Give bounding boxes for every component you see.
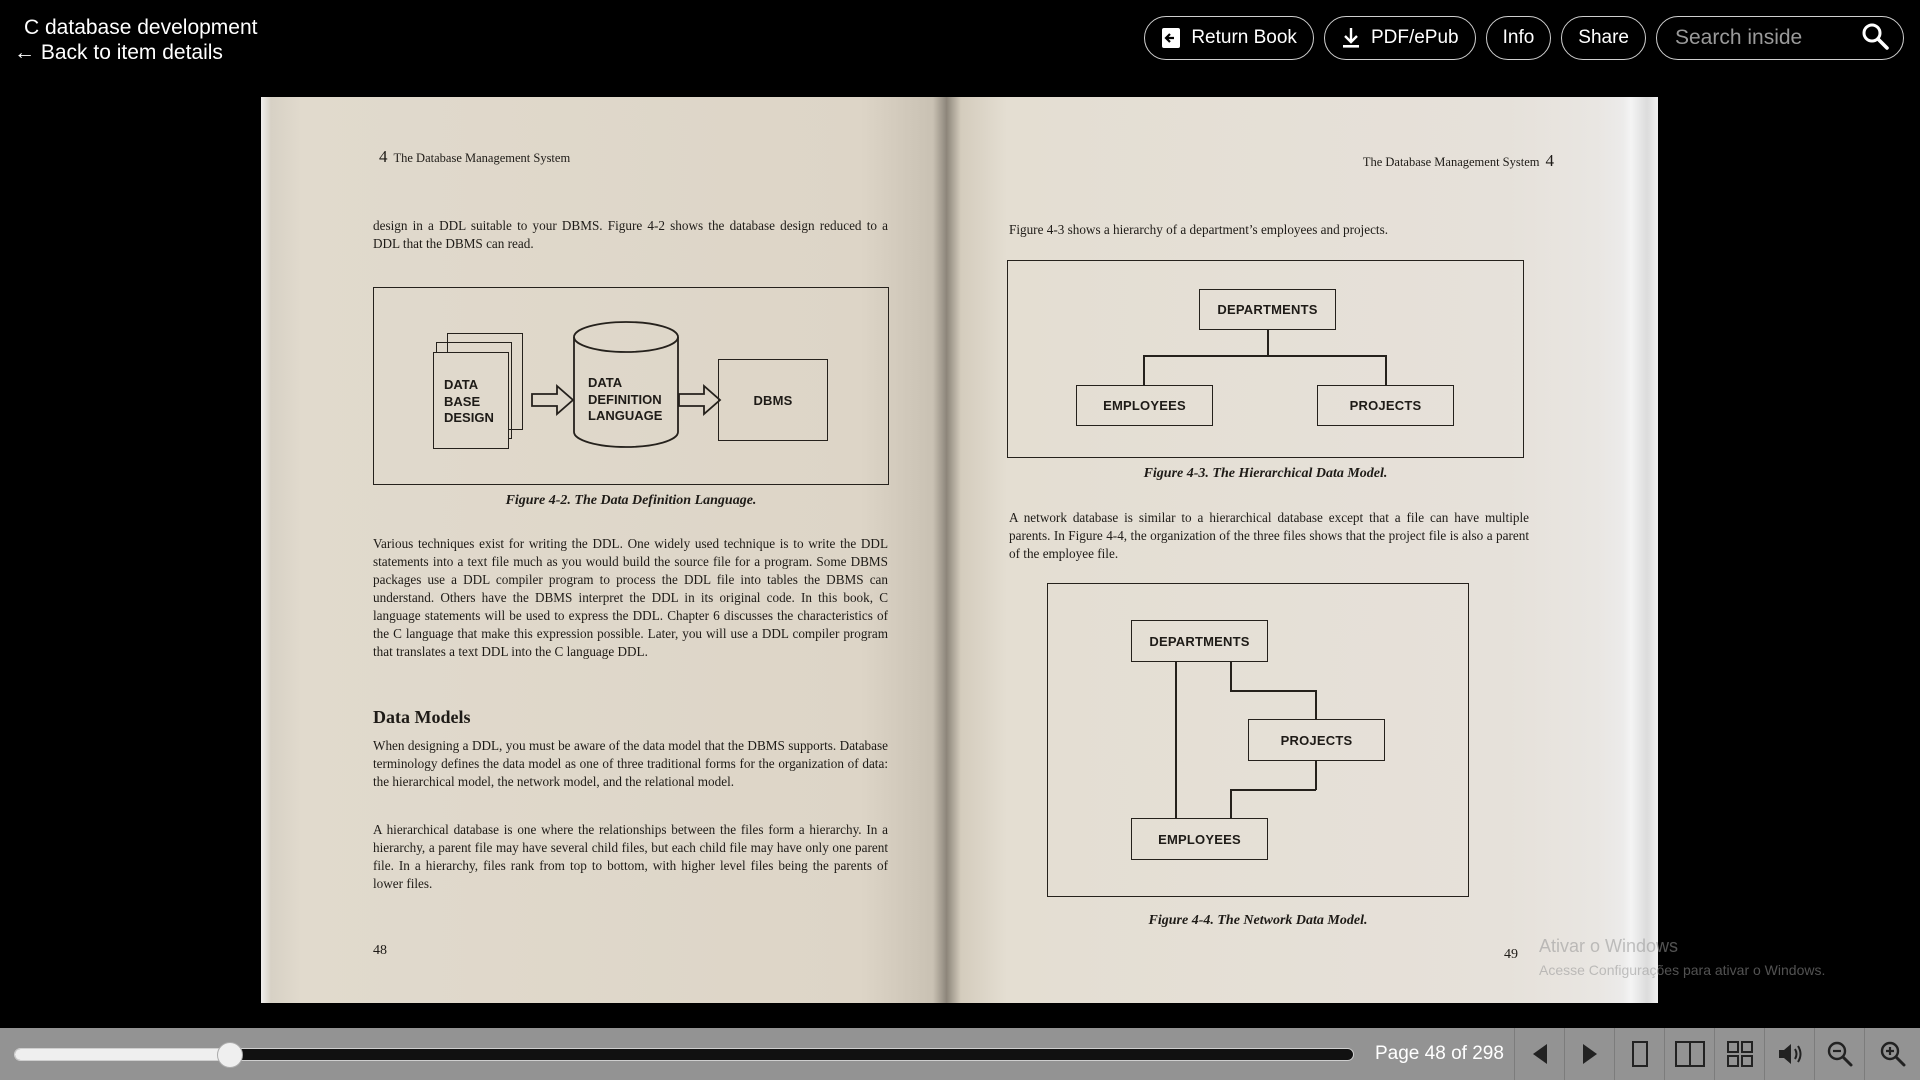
connector (1230, 690, 1316, 692)
download-icon (1341, 27, 1361, 49)
arrow-icon (531, 384, 575, 416)
employees-box: EMPLOYEES (1076, 385, 1213, 426)
search-input[interactable] (1673, 25, 1857, 51)
connector (1230, 789, 1232, 819)
left-paragraph-2: Various techniques exist for writing the… (373, 536, 888, 659)
grid-icon (1726, 1041, 1753, 1067)
left-paragraph-1: design in a DDL suitable to your DBMS. F… (373, 218, 888, 251)
page-slider-handle[interactable] (216, 1042, 243, 1068)
page-indicator: Page 48 of 298 (1375, 1043, 1504, 1064)
info-label: Info (1502, 27, 1535, 48)
search-icon[interactable] (1861, 22, 1889, 55)
section-heading-data-models: Data Models (373, 707, 471, 727)
triangle-left-icon (1532, 1044, 1547, 1064)
projects-box: PROJECTS (1317, 385, 1454, 426)
connector (1315, 761, 1317, 790)
connector (1230, 662, 1232, 691)
one-page-view-button[interactable] (1614, 1028, 1664, 1080)
thumbnail-view-button[interactable] (1714, 1028, 1764, 1080)
right-paragraph-2: A network database is similar to a hiera… (1009, 510, 1529, 561)
connector (1385, 355, 1387, 385)
right-running-head-number: 4 (1545, 151, 1555, 170)
connector (1315, 690, 1317, 719)
employees-box: EMPLOYEES (1131, 818, 1268, 860)
connector (1175, 662, 1177, 819)
figure-4-2: DATA BASE DESIGN DATA DEFINITION LANGUAG… (373, 287, 889, 485)
return-book-button[interactable]: Return Book (1144, 16, 1314, 60)
right-paragraph-1: Figure 4-3 shows a hierarchy of a depart… (1009, 222, 1389, 237)
info-button[interactable]: Info (1485, 16, 1552, 60)
zoom-in-icon (1880, 1041, 1905, 1067)
book-title: C database development (24, 16, 258, 39)
figure-4-2-caption: Figure 4-2. The Data Definition Language… (505, 493, 757, 508)
connector (1267, 330, 1269, 356)
share-label: Share (1578, 27, 1629, 48)
windows-activation-watermark-text: Acesse Configurações para ativar o Windo… (1539, 962, 1826, 978)
left-running-head-title: The Database Management System (393, 151, 571, 165)
database-design-label: DATA BASE DESIGN (444, 377, 494, 425)
left-paragraph-3: When designing a DDL, you must be aware … (373, 738, 888, 789)
ddl-label: DATA DEFINITION LANGUAGE (588, 375, 663, 423)
speaker-icon (1778, 1044, 1801, 1064)
back-to-item-details-link[interactable]: ← Back to item details (14, 41, 223, 65)
left-running-head-number: 4 (379, 147, 388, 166)
pdf-epub-label: PDF/ePub (1370, 27, 1459, 48)
connector (1230, 789, 1316, 791)
read-aloud-button[interactable] (1764, 1028, 1814, 1080)
windows-activation-watermark-title: Ativar o Windows (1539, 936, 1679, 956)
return-book-icon (1161, 27, 1181, 49)
figure-4-4: DEPARTMENTS PROJECTS EMPLOYEES (1047, 583, 1469, 897)
connector (1143, 355, 1145, 385)
left-page[interactable]: 4 The Database Management System design i… (261, 97, 947, 1003)
dbms-box: DBMS (718, 359, 828, 441)
book-spread[interactable]: 4 The Database Management System design i… (261, 97, 1658, 1003)
page-slider-track[interactable] (14, 1048, 1354, 1061)
pdf-epub-button[interactable]: PDF/ePub (1323, 16, 1476, 60)
page-slider-progress (15, 1049, 231, 1060)
previous-page-button[interactable] (1514, 1028, 1564, 1080)
figure-4-3-caption: Figure 4-3. The Hierarchical Data Model. (1143, 466, 1388, 481)
return-book-label: Return Book (1191, 27, 1297, 48)
projects-box: PROJECTS (1248, 719, 1385, 761)
connector (1143, 355, 1386, 357)
right-page-number: 49 (1504, 947, 1518, 962)
zoom-in-button[interactable] (1864, 1028, 1920, 1080)
share-button[interactable]: Share (1561, 16, 1646, 60)
two-page-icon (1674, 1041, 1705, 1067)
next-page-button[interactable] (1564, 1028, 1614, 1080)
triangle-right-icon (1582, 1044, 1597, 1064)
reader-controls-bar: Page 48 of 298 (0, 1028, 1920, 1080)
departments-box: DEPARTMENTS (1199, 289, 1336, 330)
right-running-head-title: The Database Management System (1362, 155, 1540, 169)
search-inside-box[interactable] (1656, 16, 1904, 60)
right-page[interactable]: The Database Management System 4 Figure 4… (947, 97, 1658, 1003)
left-paragraph-4: A hierarchical database is one where the… (373, 822, 888, 891)
left-running-head: 4 The Database Management System (373, 147, 570, 167)
zoom-out-icon (1827, 1041, 1852, 1067)
right-running-head: The Database Management System 4 (1363, 151, 1560, 171)
single-page-icon (1631, 1041, 1648, 1067)
figure-4-4-caption: Figure 4-4. The Network Data Model. (1148, 913, 1368, 928)
left-page-number: 48 (373, 943, 387, 958)
toolbar: Return Book PDF/ePub Info Share (1144, 16, 1904, 60)
arrow-icon (678, 384, 722, 416)
figure-4-3: DEPARTMENTS EMPLOYEES PROJECTS (1007, 260, 1524, 458)
two-page-view-button[interactable] (1664, 1028, 1714, 1080)
zoom-out-button[interactable] (1814, 1028, 1864, 1080)
departments-box: DEPARTMENTS (1131, 620, 1268, 662)
